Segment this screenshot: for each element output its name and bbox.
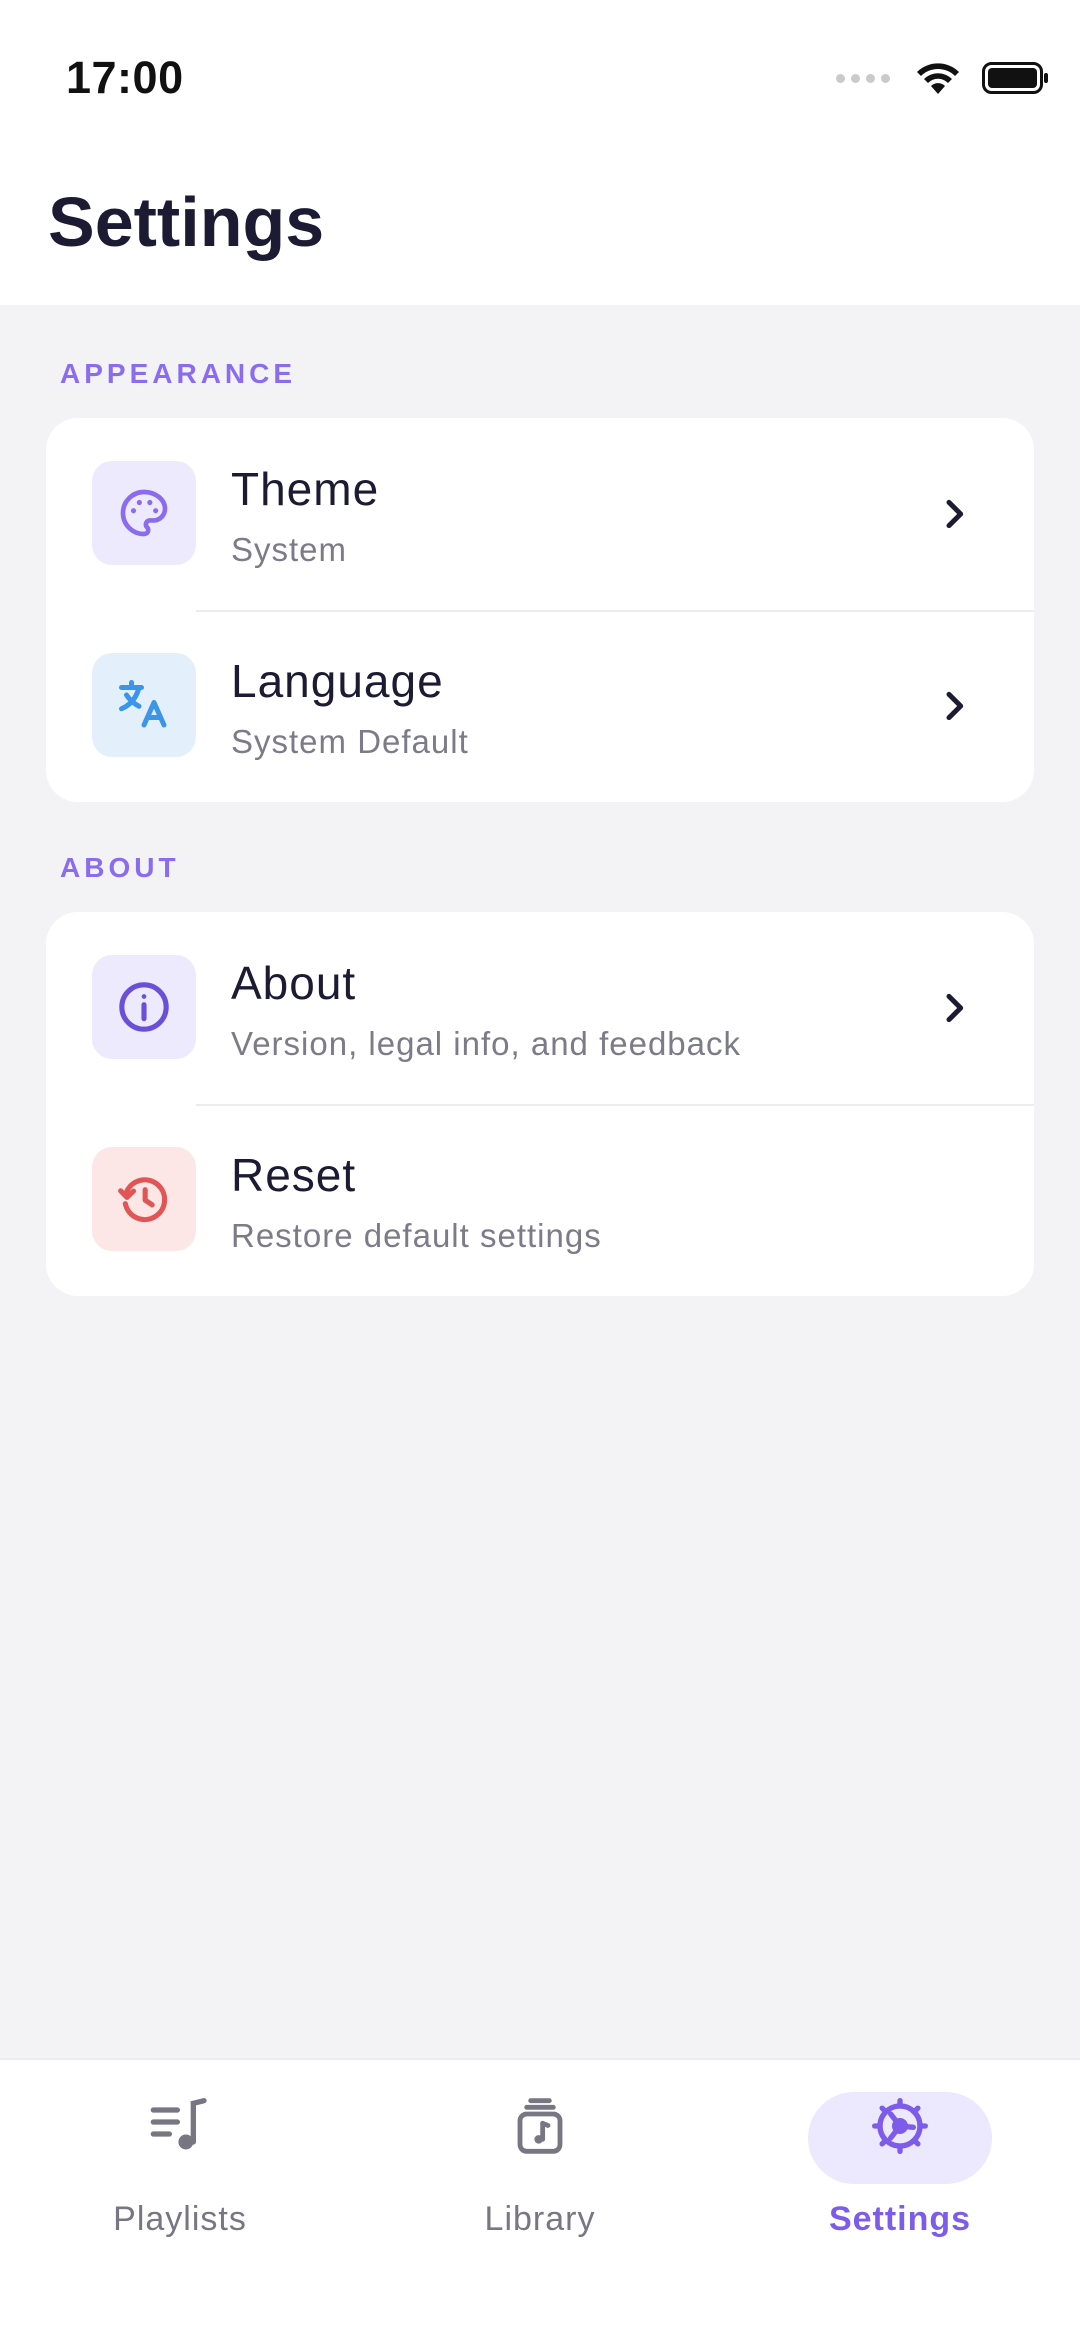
playlist-icon <box>150 2098 207 2150</box>
wifi-icon <box>917 63 959 94</box>
row-title: Theme <box>231 463 380 515</box>
section-label-appearance: APPEARANCE <box>60 358 297 389</box>
appearance-card: Theme System Language System Default <box>46 418 1034 802</box>
tab-label: Settings <box>828 2200 972 2238</box>
row-title: Language <box>231 655 444 707</box>
row-subtitle: Restore default settings <box>231 1217 602 1254</box>
row-subtitle: System Default <box>231 723 469 760</box>
settings-row-reset[interactable]: Reset Restore default settings <box>46 1104 1034 1296</box>
row-title: Reset <box>231 1149 357 1201</box>
page-title: Settings <box>48 183 325 261</box>
tab-library[interactable]: Library <box>360 2060 720 2260</box>
chevron-right-icon <box>946 691 964 721</box>
settings-row-theme[interactable]: Theme System <box>46 418 1034 610</box>
row-subtitle: Version, legal info, and feedback <box>231 1025 742 1062</box>
translate-icon <box>92 653 196 757</box>
row-subtitle: System <box>231 531 348 568</box>
settings-screen: 17:00 Settings APPEARANCE Theme System L… <box>0 0 1080 2340</box>
cellular-signal-icon <box>836 73 890 83</box>
battery-icon <box>982 62 1048 94</box>
library-icon <box>517 2098 563 2154</box>
bottom-navigation: Playlists Library Settings <box>0 2058 1080 2340</box>
header-area: 17:00 Settings <box>0 0 1080 305</box>
status-time: 17:00 <box>66 52 184 103</box>
settings-row-language[interactable]: Language System Default <box>46 610 1034 802</box>
section-label-about: ABOUT <box>60 852 180 883</box>
info-icon <box>92 955 196 1059</box>
settings-row-about[interactable]: About Version, legal info, and feedback <box>46 912 1034 1104</box>
chevron-right-icon <box>946 499 964 529</box>
tab-label: Library <box>484 2200 596 2238</box>
tab-settings[interactable]: Settings <box>720 2060 1080 2260</box>
status-indicators <box>836 58 1050 98</box>
palette-icon <box>92 461 196 565</box>
tab-label: Playlists <box>113 2200 247 2238</box>
row-title: About <box>231 957 357 1009</box>
tab-playlists[interactable]: Playlists <box>0 2060 360 2260</box>
reset-history-icon <box>92 1147 196 1251</box>
settings-gear-icon <box>872 2098 928 2154</box>
chevron-right-icon <box>946 993 964 1023</box>
about-card: About Version, legal info, and feedback … <box>46 912 1034 1296</box>
